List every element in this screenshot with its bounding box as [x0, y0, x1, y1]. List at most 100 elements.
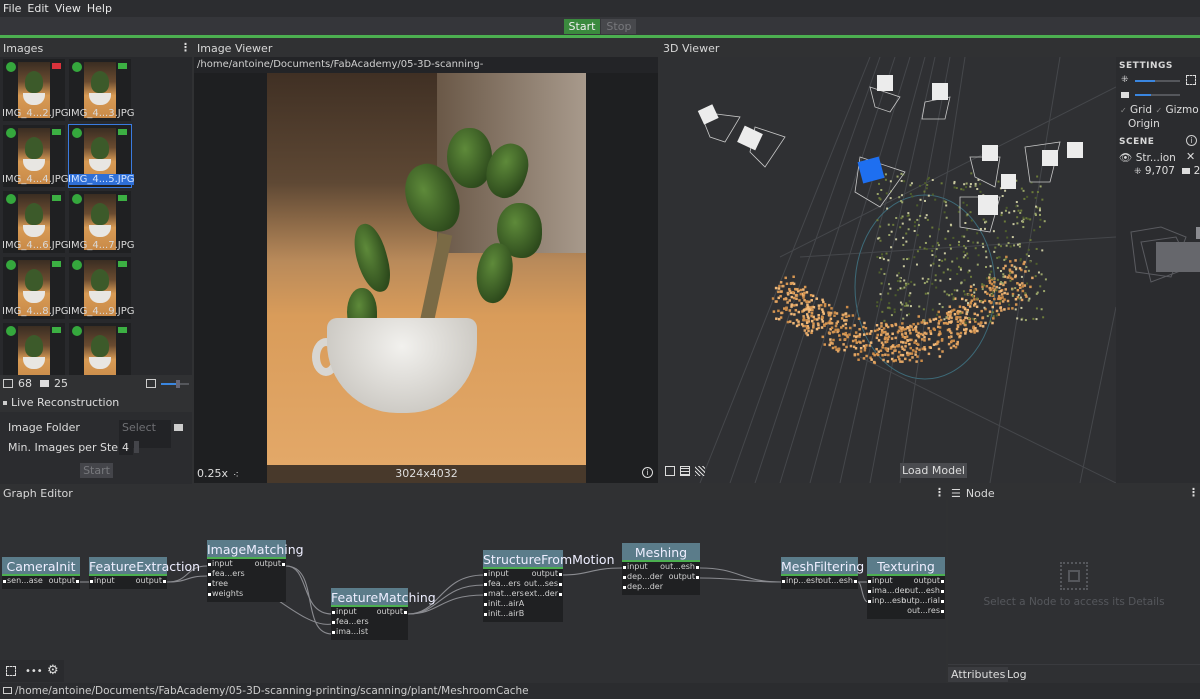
output-port[interactable]: [696, 566, 699, 569]
display-mode-textured-icon[interactable]: [695, 466, 705, 476]
output-port[interactable]: [282, 563, 285, 566]
grid-toggle[interactable]: Grid: [1130, 104, 1152, 116]
input-port[interactable]: [208, 573, 211, 576]
input-port[interactable]: [208, 583, 211, 586]
image-thumbnail[interactable]: [69, 323, 131, 375]
images-menu-icon[interactable]: ⋮: [180, 41, 191, 54]
point-size-slider[interactable]: [1135, 80, 1180, 82]
image-viewer-canvas[interactable]: 0.25x ⁖ i: [194, 73, 658, 483]
min-images-spinbox[interactable]: 4: [119, 440, 133, 455]
input-port[interactable]: [868, 600, 871, 603]
input-port[interactable]: [623, 566, 626, 569]
input-port[interactable]: [623, 576, 626, 579]
output-port[interactable]: [404, 611, 407, 614]
display-mode-solid-icon[interactable]: [665, 466, 675, 476]
graph-node[interactable]: MeshFiltering inp...esh out...esh: [781, 557, 864, 589]
menu-edit[interactable]: Edit: [27, 2, 48, 15]
layout-icon[interactable]: •••: [25, 666, 43, 677]
camera-size-slider[interactable]: [1135, 94, 1180, 96]
live-reconstruction-toggle[interactable]: Live Reconstruction: [3, 396, 119, 409]
output-port[interactable]: [559, 573, 562, 576]
graph-editor-canvas[interactable]: CameraInit sen...ase output FeatureExtracti…: [0, 500, 946, 683]
graph-node[interactable]: Texturing input output ima...der out...esh in…: [867, 557, 945, 619]
output-port[interactable]: [163, 580, 166, 583]
input-port[interactable]: [782, 580, 785, 583]
cloud-point: [969, 285, 973, 288]
output-port[interactable]: [696, 576, 699, 579]
scene-item-label[interactable]: Str...ion: [1136, 152, 1176, 164]
grid-check-icon[interactable]: ✓: [1120, 106, 1127, 115]
input-port[interactable]: [623, 586, 626, 589]
plant-shape: [91, 137, 109, 159]
input-port[interactable]: [484, 603, 487, 606]
menu-help[interactable]: Help: [87, 2, 112, 15]
input-port[interactable]: [3, 580, 6, 583]
remove-scene-item-icon[interactable]: ✕: [1186, 150, 1195, 163]
input-attribute: tree: [212, 579, 229, 588]
node-panel-menu-icon[interactable]: ⋮: [1188, 486, 1199, 499]
output-port[interactable]: [559, 593, 562, 596]
output-port[interactable]: [941, 600, 944, 603]
gizmo-check-icon[interactable]: ✓: [1155, 106, 1162, 115]
info-icon[interactable]: i: [642, 467, 653, 478]
output-port[interactable]: [854, 580, 857, 583]
cloud-point: [802, 296, 805, 299]
input-port[interactable]: [332, 611, 335, 614]
menu-view[interactable]: View: [55, 2, 81, 15]
cloud-point: [1003, 308, 1006, 311]
graph-node[interactable]: StructureFromMotion input output fea...ers o…: [483, 550, 615, 622]
cloud-point: [965, 182, 968, 185]
gizmo-toggle[interactable]: Gizmo: [1165, 104, 1198, 116]
input-port[interactable]: [90, 580, 93, 583]
output-port[interactable]: [76, 580, 79, 583]
viewer3d-canvas[interactable]: Load Model: [660, 57, 1116, 483]
graph-node[interactable]: CameraInit sen...ase output: [2, 557, 80, 589]
graph-node[interactable]: FeatureMatching input output fea...ers ima..…: [331, 588, 436, 640]
display-mode-wireframe-icon[interactable]: [680, 466, 690, 476]
fit-view-icon[interactable]: [1186, 75, 1196, 85]
input-port[interactable]: [484, 593, 487, 596]
menu-file[interactable]: File: [3, 2, 21, 15]
input-port[interactable]: [208, 593, 211, 596]
input-port[interactable]: [332, 631, 335, 634]
cloud-point: [999, 245, 1002, 248]
input-port[interactable]: [868, 590, 871, 593]
settings-gear-icon[interactable]: ⚙: [47, 663, 59, 678]
output-port[interactable]: [941, 590, 944, 593]
input-port[interactable]: [484, 573, 487, 576]
start-button[interactable]: Start: [563, 18, 601, 34]
load-model-button[interactable]: Load Model: [900, 463, 967, 478]
image-thumbnail[interactable]: [3, 323, 65, 375]
fit-view-icon[interactable]: [6, 666, 16, 676]
cloud-point: [873, 353, 876, 357]
tab-attributes[interactable]: Attributes: [948, 667, 1009, 682]
feature-points-icon[interactable]: ⁖: [233, 470, 239, 481]
input-port[interactable]: [484, 583, 487, 586]
folder-icon[interactable]: [174, 424, 183, 431]
thumbnail-size-slider[interactable]: [161, 380, 189, 388]
output-port[interactable]: [941, 580, 944, 583]
input-port[interactable]: [484, 613, 487, 616]
graph-editor-menu-icon[interactable]: ⋮: [934, 486, 945, 499]
output-port[interactable]: [559, 583, 562, 586]
graph-node[interactable]: ImageMatching input output fea...ers tree wei…: [207, 540, 304, 602]
input-port[interactable]: [208, 563, 211, 566]
input-port[interactable]: [332, 621, 335, 624]
graph-node[interactable]: FeatureExtraction input output: [89, 557, 200, 589]
cloud-point: [934, 317, 938, 321]
input-port[interactable]: [868, 580, 871, 583]
cloud-point: [967, 302, 970, 305]
graph-node[interactable]: Meshing input out...esh dep...der output dep.…: [622, 543, 700, 595]
scene-info-icon[interactable]: i: [1186, 135, 1197, 146]
output-port[interactable]: [941, 610, 944, 613]
selected-camera[interactable]: [857, 156, 885, 184]
origin-toggle[interactable]: Origin: [1128, 118, 1160, 130]
live-start-button[interactable]: Start: [80, 463, 113, 478]
cloud-point: [809, 293, 813, 297]
spinbox-arrows-icon[interactable]: [134, 441, 139, 453]
tab-log[interactable]: Log: [1004, 667, 1030, 682]
cloud-point: [1042, 316, 1045, 319]
cloud-point: [1040, 308, 1043, 311]
stop-button[interactable]: Stop: [601, 18, 637, 34]
visibility-eye-icon[interactable]: 👁: [1119, 152, 1132, 164]
